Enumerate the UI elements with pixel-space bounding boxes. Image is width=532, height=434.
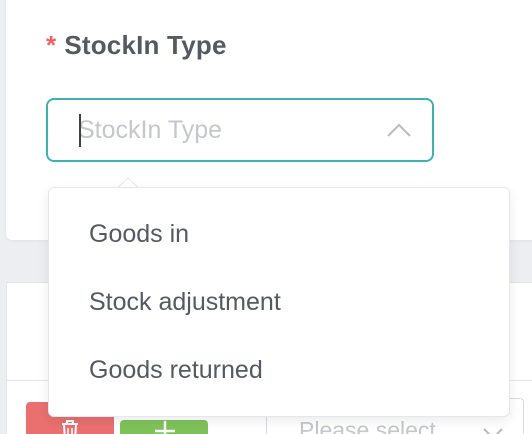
stockin-type-label: * StockIn Type (46, 30, 227, 61)
stockin-type-label-text: StockIn Type (64, 30, 227, 60)
trash-icon (62, 420, 78, 434)
stockin-type-input[interactable] (78, 100, 368, 160)
text-caret (79, 114, 81, 147)
add-row-button[interactable] (120, 420, 208, 434)
required-mark: * (46, 30, 57, 60)
option-goods-returned[interactable]: Goods returned (49, 336, 509, 404)
row-select-placeholder: Please select (299, 417, 436, 434)
chevron-down-icon (483, 428, 503, 434)
option-goods-in[interactable]: Goods in (49, 200, 509, 268)
stockin-type-select[interactable] (46, 98, 434, 162)
page: Please select *StockIn Type Goods in Sto… (0, 0, 532, 434)
chevron-up-icon[interactable] (384, 116, 414, 146)
stockin-type-dropdown: Goods in Stock adjustment Goods returned (48, 187, 510, 417)
plus-icon (155, 421, 175, 434)
option-stock-adjustment[interactable]: Stock adjustment (49, 268, 509, 336)
